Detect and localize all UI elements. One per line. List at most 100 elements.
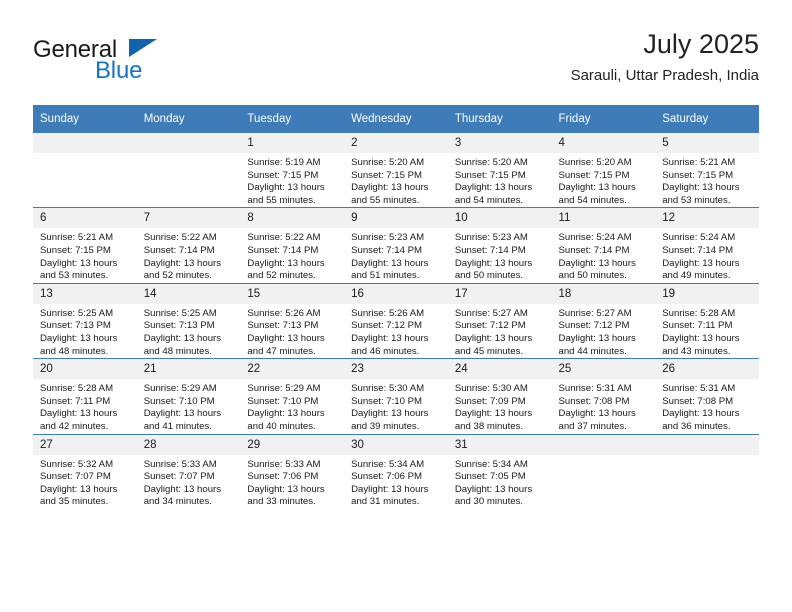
daylight-text: Daylight: 13 hours and 33 minutes. bbox=[247, 483, 325, 508]
day-number: 25 bbox=[551, 359, 656, 380]
day-cell[interactable]: 13 Sunrise: 5:25 AM Sunset: 7:13 PM Dayligh… bbox=[33, 282, 137, 359]
day-details: Sunrise: 5:24 AM Sunset: 7:14 PM Daylight:… bbox=[552, 228, 656, 282]
sunrise-text: Sunrise: 5:26 AM bbox=[351, 307, 425, 319]
day-cell[interactable]: 6 Sunrise: 5:21 AM Sunset: 7:15 PM Daylight… bbox=[33, 207, 137, 284]
day-cell[interactable]: 9 Sunrise: 5:23 AM Sunset: 7:14 PM Daylight… bbox=[344, 207, 448, 284]
day-details: Sunrise: 5:29 AM Sunset: 7:10 PM Daylight:… bbox=[137, 379, 241, 433]
day-details: Sunrise: 5:33 AM Sunset: 7:06 PM Daylight:… bbox=[240, 455, 344, 509]
day-cell[interactable]: 10 Sunrise: 5:23 AM Sunset: 7:14 PM Dayligh… bbox=[447, 207, 552, 284]
sunset-text: Sunset: 7:15 PM bbox=[454, 169, 526, 181]
day-details: Sunrise: 5:30 AM Sunset: 7:10 PM Daylight:… bbox=[344, 379, 448, 433]
daylight-text: Daylight: 13 hours and 55 minutes. bbox=[351, 182, 429, 206]
day-cell[interactable]: 17 Sunrise: 5:27 AM Sunset: 7:12 PM Dayligh… bbox=[447, 282, 552, 359]
day-cell[interactable]: 14 Sunrise: 5:25 AM Sunset: 7:13 PM Dayligh… bbox=[136, 282, 241, 359]
sunset-text: Sunset: 7:14 PM bbox=[351, 244, 423, 256]
day-details: Sunrise: 5:20 AM Sunset: 7:15 PM Daylight:… bbox=[344, 153, 448, 207]
weekday-header-monday: Monday bbox=[136, 105, 241, 133]
daylight-text: Daylight: 13 hours and 42 minutes. bbox=[40, 408, 118, 432]
day-cell[interactable]: 18 Sunrise: 5:27 AM Sunset: 7:12 PM Dayligh… bbox=[551, 282, 656, 359]
sunrise-text: Sunrise: 5:29 AM bbox=[247, 383, 321, 395]
day-cell[interactable]: 7 Sunrise: 5:22 AM Sunset: 7:14 PM Daylight… bbox=[136, 207, 241, 284]
day-number: 30 bbox=[344, 434, 448, 455]
day-cell[interactable]: 20 Sunrise: 5:28 AM Sunset: 7:11 PM Dayligh… bbox=[33, 358, 137, 434]
day-cell[interactable]: 8 Sunrise: 5:22 AM Sunset: 7:14 PM Daylight… bbox=[240, 207, 345, 284]
day-cell[interactable]: 4 Sunrise: 5:20 AM Sunset: 7:15 PM Daylight… bbox=[551, 133, 656, 208]
day-cell[interactable]: 1 Sunrise: 5:19 AM Sunset: 7:15 PM Daylight… bbox=[240, 133, 345, 208]
day-number: 16 bbox=[344, 283, 448, 304]
day-cell[interactable]: 28 Sunrise: 5:33 AM Sunset: 7:07 PM Dayligh… bbox=[136, 433, 241, 509]
day-cell[interactable]: 23 Sunrise: 5:30 AM Sunset: 7:10 PM Dayligh… bbox=[344, 358, 448, 434]
day-cell[interactable]: 27 Sunrise: 5:32 AM Sunset: 7:07 PM Dayligh… bbox=[33, 433, 137, 509]
daylight-text: Daylight: 13 hours and 34 minutes. bbox=[143, 483, 222, 508]
calendar-week-row: 6 Sunrise: 5:21 AM Sunset: 7:15 PM Daylight… bbox=[33, 207, 759, 284]
calendar-table: Sunday Monday Tuesday Wednesday Thursday Frid… bbox=[33, 105, 759, 509]
daylight-text: Daylight: 13 hours and 44 minutes. bbox=[558, 332, 636, 357]
daylight-text: Daylight: 13 hours and 54 minutes. bbox=[454, 182, 533, 206]
day-cell[interactable]: 24 Sunrise: 5:30 AM Sunset: 7:09 PM Dayligh… bbox=[447, 358, 552, 434]
page-subtitle: Sarauli, Uttar Pradesh, India bbox=[570, 67, 759, 84]
day-number: 11 bbox=[551, 208, 656, 229]
day-details: Sunrise: 5:33 AM Sunset: 7:07 PM Daylight:… bbox=[137, 455, 241, 509]
sunset-text: Sunset: 7:05 PM bbox=[454, 471, 526, 483]
calendar-body: 1 Sunrise: 5:19 AM Sunset: 7:15 PM Daylight… bbox=[33, 133, 759, 509]
weekday-header-sunday: Sunday bbox=[33, 105, 137, 133]
day-cell[interactable]: 3 Sunrise: 5:20 AM Sunset: 7:15 PM Daylight… bbox=[447, 133, 552, 208]
day-cell[interactable]: 31 Sunrise: 5:34 AM Sunset: 7:05 PM Dayligh… bbox=[447, 433, 552, 509]
sunrise-text: Sunrise: 5:31 AM bbox=[558, 383, 632, 395]
day-details: Sunrise: 5:26 AM Sunset: 7:13 PM Daylight:… bbox=[240, 304, 344, 358]
sunrise-text: Sunrise: 5:30 AM bbox=[351, 383, 425, 395]
day-number: 21 bbox=[136, 359, 241, 380]
sunrise-text: Sunrise: 5:20 AM bbox=[558, 157, 632, 168]
day-cell[interactable]: 19 Sunrise: 5:28 AM Sunset: 7:11 PM Dayligh… bbox=[655, 282, 759, 359]
day-cell[interactable]: 21 Sunrise: 5:29 AM Sunset: 7:10 PM Dayligh… bbox=[136, 358, 241, 434]
day-number: 15 bbox=[240, 283, 345, 304]
sunrise-text: Sunrise: 5:31 AM bbox=[662, 383, 736, 395]
sunrise-text: Sunrise: 5:27 AM bbox=[558, 307, 632, 319]
day-details: Sunrise: 5:32 AM Sunset: 7:07 PM Daylight:… bbox=[33, 455, 137, 509]
sunrise-text: Sunrise: 5:24 AM bbox=[558, 232, 632, 244]
sunrise-text: Sunrise: 5:26 AM bbox=[247, 307, 321, 319]
day-cell[interactable]: 25 Sunrise: 5:31 AM Sunset: 7:08 PM Dayligh… bbox=[551, 358, 656, 434]
day-details: Sunrise: 5:23 AM Sunset: 7:14 PM Daylight:… bbox=[448, 228, 552, 282]
sunset-text: Sunset: 7:15 PM bbox=[662, 169, 734, 181]
sunset-text: Sunset: 7:13 PM bbox=[40, 320, 111, 332]
sunset-text: Sunset: 7:13 PM bbox=[247, 320, 319, 332]
daylight-text: Daylight: 13 hours and 55 minutes. bbox=[247, 182, 325, 206]
day-number: 31 bbox=[447, 434, 552, 455]
day-cell[interactable]: 16 Sunrise: 5:26 AM Sunset: 7:12 PM Dayligh… bbox=[344, 282, 448, 359]
sunset-text: Sunset: 7:15 PM bbox=[558, 169, 630, 181]
sunset-text: Sunset: 7:10 PM bbox=[351, 395, 423, 407]
day-number: 7 bbox=[136, 208, 241, 229]
day-details: Sunrise: 5:25 AM Sunset: 7:13 PM Daylight:… bbox=[137, 304, 241, 358]
weekday-header-thursday: Thursday bbox=[447, 105, 552, 133]
day-details: Sunrise: 5:19 AM Sunset: 7:15 PM Daylight:… bbox=[240, 153, 344, 207]
day-number: 20 bbox=[33, 359, 137, 380]
day-number: 12 bbox=[655, 208, 759, 229]
day-cell[interactable]: 15 Sunrise: 5:26 AM Sunset: 7:13 PM Dayligh… bbox=[240, 282, 345, 359]
day-details: Sunrise: 5:27 AM Sunset: 7:12 PM Daylight:… bbox=[552, 304, 656, 358]
day-cell[interactable]: 30 Sunrise: 5:34 AM Sunset: 7:06 PM Dayligh… bbox=[344, 433, 448, 509]
sunset-text: Sunset: 7:07 PM bbox=[40, 471, 111, 483]
daylight-text: Daylight: 13 hours and 37 minutes. bbox=[558, 408, 636, 432]
calendar-page: General Blue July 2025 Sarauli, Uttar Pr… bbox=[0, 0, 792, 612]
sunset-text: Sunset: 7:08 PM bbox=[558, 395, 630, 407]
day-cell[interactable]: 29 Sunrise: 5:33 AM Sunset: 7:06 PM Dayligh… bbox=[240, 433, 345, 509]
sunset-text: Sunset: 7:09 PM bbox=[454, 395, 526, 407]
day-cell[interactable]: 5 Sunrise: 5:21 AM Sunset: 7:15 PM Daylight… bbox=[655, 133, 759, 208]
daylight-text: Daylight: 13 hours and 30 minutes. bbox=[454, 483, 533, 508]
day-cell[interactable]: 26 Sunrise: 5:31 AM Sunset: 7:08 PM Dayligh… bbox=[655, 358, 759, 434]
sunset-text: Sunset: 7:08 PM bbox=[662, 395, 734, 407]
sunset-text: Sunset: 7:15 PM bbox=[40, 244, 111, 256]
calendar-week-row: 27 Sunrise: 5:32 AM Sunset: 7:07 PM Dayligh… bbox=[33, 433, 759, 509]
sunset-text: Sunset: 7:15 PM bbox=[351, 169, 423, 181]
sunrise-text: Sunrise: 5:24 AM bbox=[662, 232, 736, 244]
day-cell[interactable]: 2 Sunrise: 5:20 AM Sunset: 7:15 PM Daylight… bbox=[344, 133, 448, 208]
day-cell[interactable]: 11 Sunrise: 5:24 AM Sunset: 7:14 PM Dayligh… bbox=[551, 207, 656, 284]
sunrise-text: Sunrise: 5:25 AM bbox=[40, 307, 114, 319]
day-details: Sunrise: 5:23 AM Sunset: 7:14 PM Daylight:… bbox=[344, 228, 448, 282]
day-details: Sunrise: 5:25 AM Sunset: 7:13 PM Daylight:… bbox=[33, 304, 137, 358]
sunrise-text: Sunrise: 5:28 AM bbox=[40, 383, 114, 395]
day-number: 27 bbox=[33, 434, 137, 455]
day-cell[interactable]: 22 Sunrise: 5:29 AM Sunset: 7:10 PM Dayligh… bbox=[240, 358, 345, 434]
day-cell[interactable]: 12 Sunrise: 5:24 AM Sunset: 7:14 PM Dayligh… bbox=[655, 207, 759, 284]
